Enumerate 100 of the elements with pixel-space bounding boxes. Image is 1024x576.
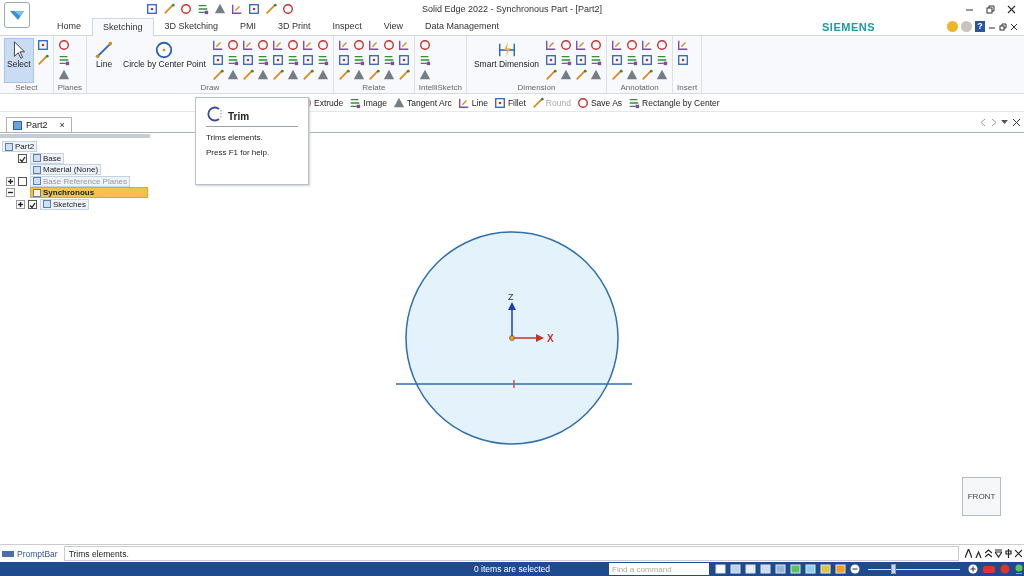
ribbon-tool-icon[interactable] <box>146 3 158 15</box>
ribbon-tool-icon[interactable] <box>397 54 410 66</box>
tab-close-button[interactable]: × <box>59 120 65 130</box>
ribbon-tool-icon[interactable] <box>214 3 226 15</box>
ribbon-tool-icon[interactable] <box>397 39 410 51</box>
status-tool-icon[interactable] <box>805 564 816 574</box>
close-icon[interactable] <box>1010 22 1018 31</box>
ribbon-tool-icon[interactable] <box>397 69 410 81</box>
help-button[interactable]: ? <box>975 21 985 32</box>
status-tool-icon[interactable] <box>760 564 771 574</box>
status-indicator-icon[interactable] <box>1014 564 1024 574</box>
status-tool-icon[interactable] <box>775 564 786 574</box>
ribbon-tool-icon[interactable] <box>282 3 294 15</box>
ribbon-tool-icon[interactable] <box>352 39 365 51</box>
prompt-tool-icon[interactable] <box>995 549 1002 558</box>
ribbon-tool-icon[interactable] <box>316 69 329 81</box>
ribbon-tool-icon[interactable] <box>256 69 269 81</box>
ribbon-tool-icon[interactable] <box>656 54 669 66</box>
ribbon-tool-icon[interactable] <box>457 96 470 109</box>
command-search-field[interactable]: Find a command <box>609 563 709 575</box>
close-icon[interactable] <box>1007 4 1016 14</box>
ribbon-tool-icon[interactable] <box>301 69 314 81</box>
ribbon-tool-icon[interactable] <box>382 69 395 81</box>
ribbon-tool-icon[interactable] <box>611 69 624 81</box>
ribbon-tool-icon[interactable] <box>316 39 329 51</box>
ribbon-tool-icon[interactable] <box>590 39 603 51</box>
dropdown-icon[interactable] <box>1001 119 1008 125</box>
ribbon-tool-icon[interactable] <box>677 54 690 66</box>
ribbon-tool-icon[interactable] <box>286 54 299 66</box>
ribbon-tool-icon[interactable] <box>226 69 239 81</box>
quick-command[interactable]: Image <box>349 96 387 109</box>
ribbon-tool-icon[interactable] <box>352 54 365 66</box>
ribbon-tool-icon[interactable] <box>36 39 49 51</box>
ribbon-tool-icon[interactable] <box>211 69 224 81</box>
ribbon-tool-icon[interactable] <box>575 39 588 51</box>
ribbon-tool-icon[interactable] <box>626 39 639 51</box>
ribbon-tab[interactable]: 3D Print <box>267 17 322 35</box>
ribbon-tool-icon[interactable] <box>367 54 380 66</box>
restore-icon[interactable] <box>986 4 995 14</box>
tree-item[interactable]: Sketches <box>40 198 89 210</box>
ribbon-tab[interactable]: Sketching <box>92 18 154 36</box>
ribbon-tool-icon[interactable] <box>575 69 588 81</box>
status-tool-icon[interactable] <box>715 564 726 574</box>
ribbon-tool-icon[interactable] <box>418 39 431 51</box>
prompt-tool-icon[interactable] <box>1005 549 1012 558</box>
ribbon-tool-icon[interactable] <box>418 54 431 66</box>
ribbon-tool-icon[interactable] <box>226 39 239 51</box>
ribbon-tool-icon[interactable] <box>560 39 573 51</box>
ribbon-tool-icon[interactable] <box>641 39 654 51</box>
ribbon-tool-icon[interactable] <box>382 54 395 66</box>
quick-command[interactable]: Tangent Arc <box>392 96 452 109</box>
document-tab[interactable]: Part2 × <box>6 117 72 132</box>
ribbon-tool-icon[interactable] <box>545 54 558 66</box>
ribbon-tab[interactable]: Inspect <box>321 17 373 35</box>
ribbon-button[interactable]: Smart Dimension <box>470 38 543 83</box>
tree-item[interactable]: Synchronous <box>30 187 148 198</box>
ribbon-tool-icon[interactable] <box>590 69 603 81</box>
expand-icon[interactable] <box>16 199 25 209</box>
ribbon-tool-icon[interactable] <box>271 69 284 81</box>
next-icon[interactable] <box>991 118 996 126</box>
ribbon-tool-icon[interactable] <box>392 96 405 109</box>
ribbon-tool-icon[interactable] <box>241 39 254 51</box>
ribbon-tool-icon[interactable] <box>36 54 49 66</box>
close-icon[interactable] <box>1013 118 1020 126</box>
expand-icon[interactable] <box>6 176 15 186</box>
ribbon-tool-icon[interactable] <box>316 54 329 66</box>
ribbon-tool-icon[interactable] <box>641 54 654 66</box>
ribbon-tool-icon[interactable] <box>493 96 506 109</box>
ribbon-tool-icon[interactable] <box>241 54 254 66</box>
ribbon-tool-icon[interactable] <box>418 69 431 81</box>
ribbon-tool-icon[interactable] <box>590 54 603 66</box>
ribbon-button[interactable]: Line <box>91 38 118 83</box>
ribbon-tool-icon[interactable] <box>256 39 269 51</box>
checkbox[interactable] <box>18 153 27 163</box>
zoom-in-icon[interactable] <box>968 564 978 574</box>
ribbon-tool-icon[interactable] <box>241 69 254 81</box>
ribbon-tool-icon[interactable] <box>337 39 350 51</box>
ribbon-tool-icon[interactable] <box>231 3 243 15</box>
tree-item[interactable]: Base <box>30 152 65 164</box>
ribbon-tool-icon[interactable] <box>286 39 299 51</box>
ribbon-tool-icon[interactable] <box>248 3 260 15</box>
checkbox[interactable] <box>18 176 27 186</box>
ribbon-tool-icon[interactable] <box>576 96 589 109</box>
ribbon-tab[interactable]: 3D Sketching <box>153 17 230 35</box>
ribbon-tool-icon[interactable] <box>367 39 380 51</box>
ribbon-tool-icon[interactable] <box>349 96 362 109</box>
ribbon-tool-icon[interactable] <box>545 69 558 81</box>
ribbon-tool-icon[interactable] <box>656 69 669 81</box>
status-tool-icon[interactable] <box>790 564 801 574</box>
ribbon-tool-icon[interactable] <box>57 69 70 81</box>
ribbon-tool-icon[interactable] <box>211 54 224 66</box>
quick-command[interactable]: Save As <box>576 96 623 109</box>
ribbon-tool-icon[interactable] <box>545 39 558 51</box>
ribbon-tool-icon[interactable] <box>256 54 269 66</box>
ribbon-tool-icon[interactable] <box>337 54 350 66</box>
ribbon-tab[interactable]: Data Management <box>414 17 511 35</box>
tree-item[interactable]: Material (None) <box>30 164 102 175</box>
ribbon-tool-icon[interactable] <box>57 39 70 51</box>
ribbon-tool-icon[interactable] <box>560 69 573 81</box>
checkbox[interactable] <box>28 199 37 209</box>
